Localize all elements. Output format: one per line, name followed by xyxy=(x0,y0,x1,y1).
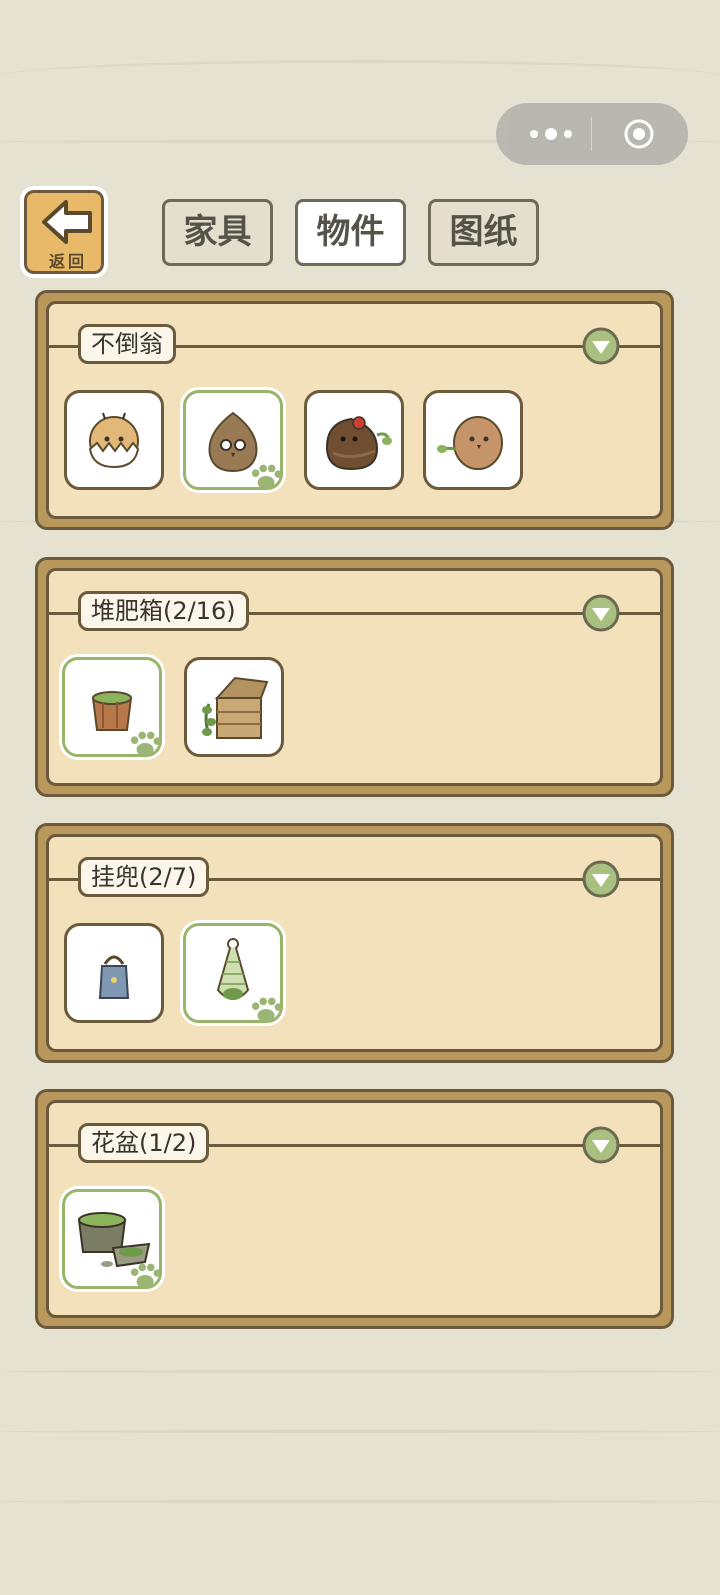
chevron-down-icon[interactable] xyxy=(582,327,620,365)
item-wood-bucket[interactable] xyxy=(62,657,162,757)
paw-icon xyxy=(130,1263,162,1289)
red-flower-bean-icon xyxy=(325,416,392,471)
chevron-down-icon[interactable] xyxy=(582,1126,620,1164)
capsule-divider xyxy=(591,117,592,151)
egg-chick-icon xyxy=(88,412,140,469)
chevron-down-icon[interactable] xyxy=(582,594,620,632)
item-net-bag[interactable] xyxy=(183,923,283,1023)
item-egg-chick[interactable] xyxy=(64,390,164,490)
target-circle-icon[interactable] xyxy=(624,119,654,149)
section-tumbler: 不倒翁 xyxy=(35,290,674,530)
item-blue-bag[interactable] xyxy=(64,923,164,1023)
section-flower-pot: 花盆(1/2) xyxy=(35,1089,674,1329)
section-compost-box: 堆肥箱(2/16) xyxy=(35,557,674,797)
section-title: 堆肥箱(2/16) xyxy=(78,591,249,631)
tab-items[interactable]: 物件 xyxy=(295,199,406,266)
leaf-bean-icon xyxy=(437,416,503,470)
paw-icon xyxy=(251,464,283,490)
back-label: 返回 xyxy=(48,252,87,271)
chevron-down-icon[interactable] xyxy=(582,860,620,898)
tab-blueprints[interactable]: 图纸 xyxy=(428,199,539,266)
item-brown-bean[interactable] xyxy=(183,390,283,490)
item-compost-crate[interactable] xyxy=(184,657,284,757)
item-leaf-bean[interactable] xyxy=(423,390,523,490)
paw-icon xyxy=(251,997,283,1023)
miniprogram-capsule xyxy=(496,103,688,165)
section-title: 不倒翁 xyxy=(78,324,176,364)
paw-icon xyxy=(130,731,162,757)
section-title: 挂兜(2/7) xyxy=(78,857,210,897)
back-button[interactable]: 返回 xyxy=(20,186,108,278)
blue-bag-icon xyxy=(98,955,130,999)
section-title: 花盆(1/2) xyxy=(78,1123,210,1163)
item-red-flower-bean[interactable] xyxy=(304,390,404,490)
more-dots-icon[interactable] xyxy=(524,123,584,145)
tab-furniture[interactable]: 家具 xyxy=(162,199,273,266)
section-hanging-bag: 挂兜(2/7) xyxy=(35,823,674,1063)
left-arrow-icon xyxy=(42,200,92,244)
compost-crate-icon xyxy=(202,676,269,739)
item-moss-stump-pot[interactable] xyxy=(62,1189,162,1289)
